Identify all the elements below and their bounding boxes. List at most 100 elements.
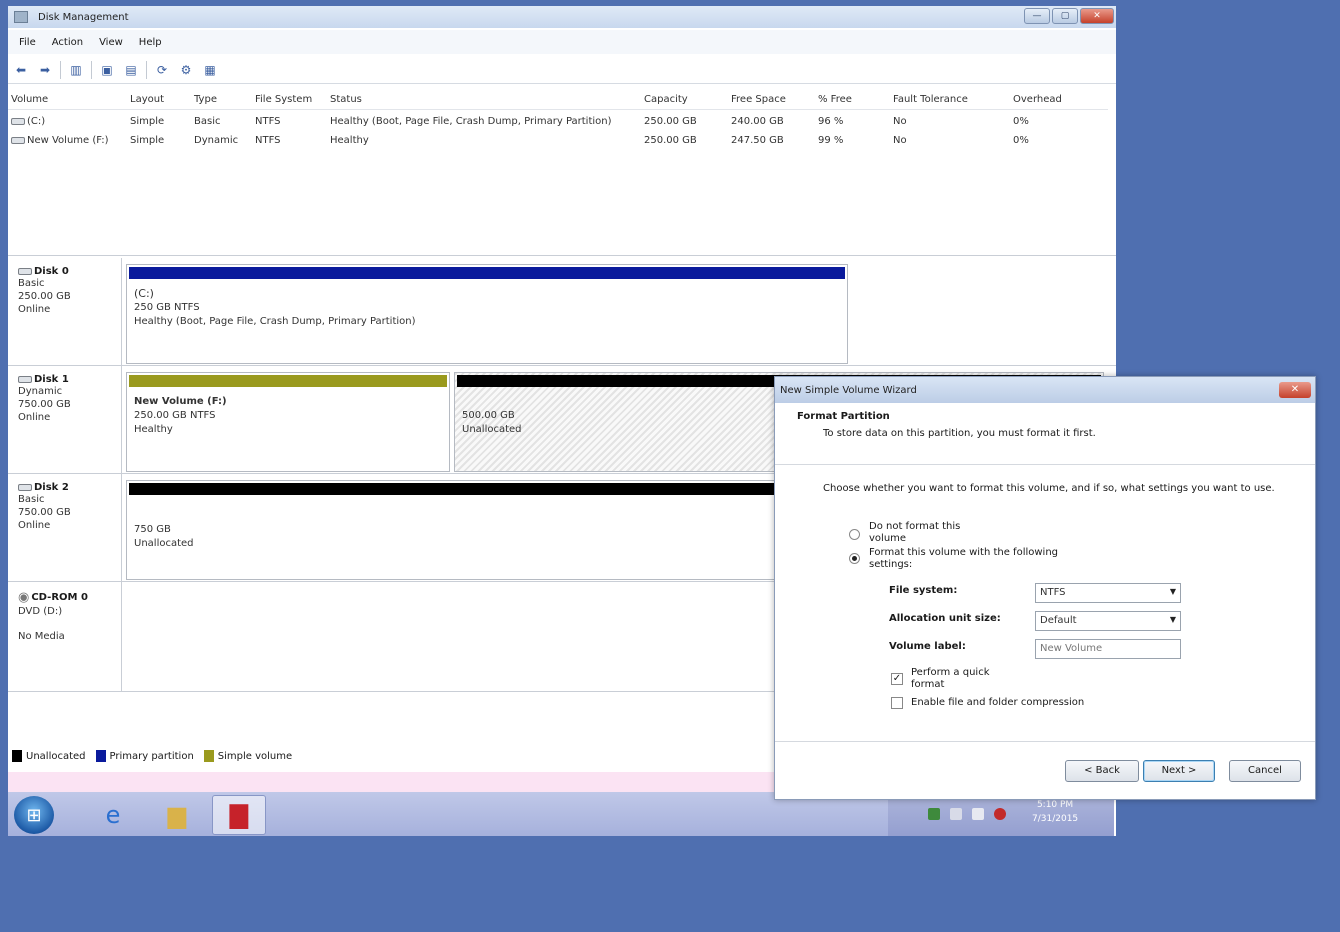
column-header-fault-tolerance[interactable]: Fault Tolerance [893,94,968,105]
column-header-status[interactable]: Status [330,94,362,105]
wizard-close-button[interactable]: ✕ [1279,382,1311,398]
internet-explorer-icon[interactable]: e [86,795,140,835]
wizard-subheading: To store data on this partition, you mus… [823,428,1096,439]
wizard-heading: Format Partition [797,411,890,422]
legend-label: Unallocated [26,750,86,762]
fault-tolerance-cell: No [893,116,907,127]
back-button[interactable]: < Back [1065,760,1139,782]
wizard-intro-text: Choose whether you want to format this v… [823,483,1275,494]
disk-name: Disk 1 [18,374,121,385]
next-button[interactable]: Next > [1143,760,1215,782]
type-cell: Basic [194,116,221,127]
column-header-type[interactable]: Type [194,94,217,105]
menu-help[interactable]: Help [132,35,169,50]
disk-label[interactable]: ◉ CD-ROM 0 DVD (D:) No Media [8,582,122,691]
legend-swatch-primary [95,750,106,762]
column-header-file-system[interactable]: File System [255,94,312,105]
wizard-footer: < Back Next > Cancel [775,741,1315,799]
disk-name-text: Disk 1 [34,374,69,385]
column-header-layout[interactable]: Layout [130,94,164,105]
console-tree-icon[interactable]: ▥ [67,62,85,78]
table-row[interactable]: (C:) Simple Basic NTFS Healthy (Boot, Pa… [8,114,1108,132]
cancel-button[interactable]: Cancel [1229,760,1301,782]
disk-size: 750.00 GB [18,507,71,518]
disk-state: Online [18,412,51,423]
cd-rom-icon: ◉ [18,590,30,605]
help-icon[interactable]: ▣ [98,62,116,78]
column-header-overhead[interactable]: Overhead [1013,94,1062,105]
radio-do-not-format[interactable] [849,529,860,540]
radio-format-volume-label[interactable]: Format this volume with the following se… [869,547,1079,571]
menu-view[interactable]: View [92,35,130,50]
free-space-cell: 247.50 GB [731,135,784,146]
volume-icon[interactable] [994,808,1006,820]
partition-title: New Volume (F:) [134,396,227,407]
radio-format-volume[interactable] [849,553,860,564]
legend-swatch-simple [203,750,214,762]
window-controls: — ▢ ✕ [1024,8,1114,24]
back-arrow-icon[interactable]: ⬅ [12,62,30,78]
explorer-folder-icon[interactable]: ▆ [150,795,204,835]
allocation-unit-size-dropdown[interactable]: Default [1035,611,1181,631]
status-cell: Healthy [330,135,369,146]
toolbar-separator [146,60,147,79]
wizard-body: Choose whether you want to format this v… [775,465,1315,741]
disk-icon[interactable]: ▦ [201,62,219,78]
compression-label[interactable]: Enable file and folder compression [911,697,1111,709]
overhead-cell: 0% [1013,135,1029,146]
disk-type: Basic [18,494,45,505]
title-bar[interactable]: Disk Management — ▢ ✕ [8,6,1116,28]
quick-format-label[interactable]: Perform a quick format [911,667,1007,691]
clock-time: 5:10 PM [1036,800,1074,810]
show-hidden-icon[interactable] [950,808,962,820]
refresh-icon[interactable]: ⟳ [153,62,171,78]
menu-bar: File Action View Help [8,30,1116,54]
forward-arrow-icon[interactable]: ➡ [36,62,54,78]
clock-date: 7/31/2015 [1032,814,1079,824]
window-title: Disk Management [38,11,129,23]
properties-icon[interactable]: ▤ [122,62,140,78]
disk-label[interactable]: Disk 0 Basic 250.00 GB Online [8,258,122,365]
disk-management-toolbox-icon[interactable]: ▇ [212,795,266,835]
quick-format-checkbox[interactable]: ✓ [891,673,903,685]
partition-new-volume-f[interactable]: New Volume (F:) 250.00 GB NTFS Healthy [126,372,450,472]
menu-action[interactable]: Action [45,35,90,50]
legend: Unallocated Primary partition Simple vol… [8,750,292,762]
network-icon[interactable] [972,808,984,820]
volume-label-input[interactable]: New Volume [1035,639,1181,659]
maximize-button[interactable]: ▢ [1052,8,1078,24]
disk-drive-icon [18,484,32,491]
disk-label[interactable]: Disk 2 Basic 750.00 GB Online [8,474,122,581]
volume-cell: New Volume (F:) [11,135,109,146]
partition-status: Healthy [134,424,173,435]
compression-checkbox[interactable] [891,697,903,709]
disk-state: No Media [18,631,65,642]
radio-do-not-format-label[interactable]: Do not format this volume [869,521,979,545]
layout-cell: Simple [130,135,165,146]
layout-cell: Simple [130,116,165,127]
column-header-volume[interactable]: Volume [11,94,48,105]
table-row[interactable]: New Volume (F:) Simple Dynamic NTFS Heal… [8,133,1108,151]
disk-size: 250.00 GB [18,291,71,302]
settings-icon[interactable]: ⚙ [177,62,195,78]
action-center-icon[interactable] [928,808,940,820]
wizard-title-bar[interactable]: New Simple Volume Wizard ✕ [775,377,1315,403]
disk-row-disk-0: Disk 0 Basic 250.00 GB Online (C:) 250 G… [8,258,1116,366]
clock[interactable]: 5:10 PM 7/31/2015 [1032,798,1078,826]
column-header-capacity[interactable]: Capacity [644,94,688,105]
partition-c[interactable]: (C:) 250 GB NTFS Healthy (Boot, Page Fil… [126,264,848,364]
file-system-dropdown[interactable]: NTFS [1035,583,1181,603]
disk-name-text: Disk 0 [34,266,69,277]
column-header-percent-free[interactable]: % Free [818,94,852,105]
column-header-free-space[interactable]: Free Space [731,94,786,105]
disk-drive-icon [18,268,32,275]
volume-cell: (C:) [11,116,45,127]
disk-state: Online [18,520,51,531]
disk-label[interactable]: Disk 1 Dynamic 750.00 GB Online [8,366,122,473]
disk-state: Online [18,304,51,315]
minimize-button[interactable]: — [1024,8,1050,24]
drive-icon [11,117,25,125]
start-button[interactable]: ⊞ [14,796,54,834]
close-button[interactable]: ✕ [1080,8,1114,24]
menu-file[interactable]: File [12,35,43,50]
